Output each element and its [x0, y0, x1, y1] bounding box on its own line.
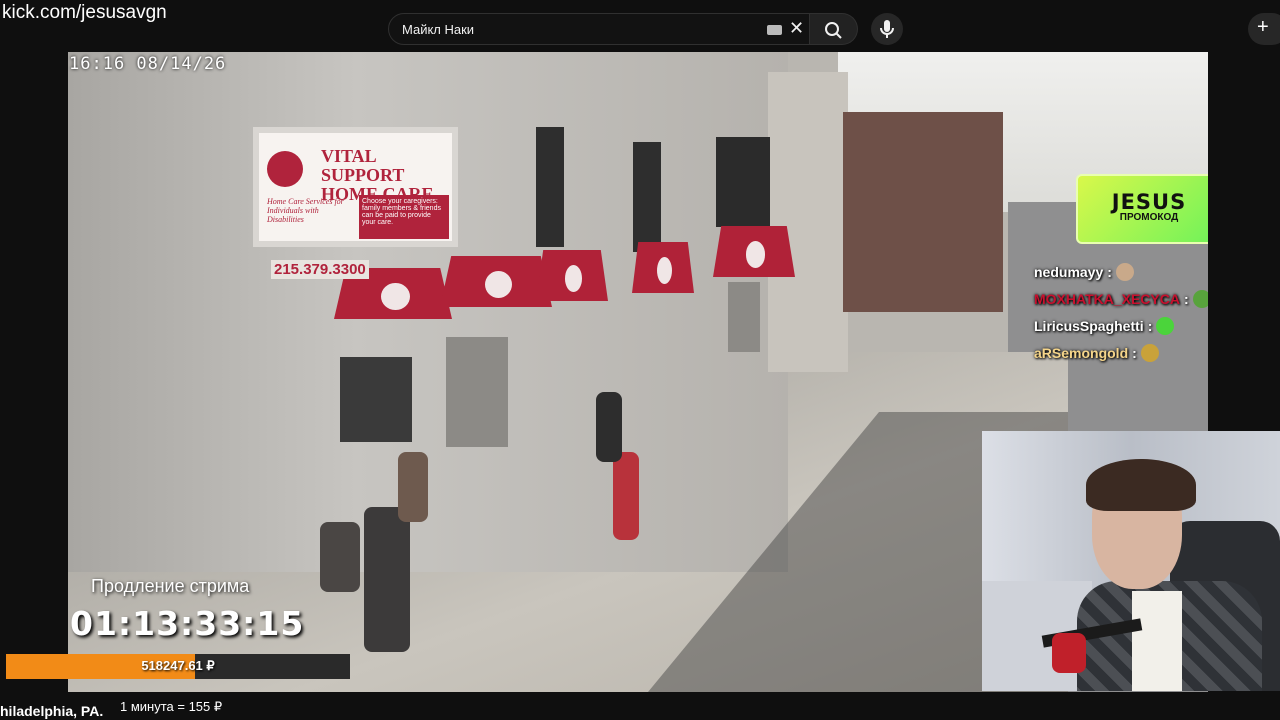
sign-phone: 215.379.3300 — [271, 260, 369, 279]
pedestrian — [320, 522, 360, 592]
streamer-hair — [1086, 459, 1196, 511]
pedestrian — [596, 392, 622, 462]
browser-top-bar: kick.com/jesusavgn Майкл Наки ✕ + — [0, 0, 1280, 52]
emote-icon — [1115, 262, 1134, 281]
chat-message: LiricusSpaghetti : — [1034, 312, 1208, 339]
location-label: hiladelphia, PA. — [0, 703, 104, 719]
emote-icon — [1156, 316, 1175, 335]
sign-title-line1: VITAL SUPPORT — [321, 146, 405, 185]
chat-message: aRSemongold : — [1034, 339, 1208, 366]
emote-icon — [1192, 289, 1208, 308]
promo-title: JESUS — [1111, 190, 1187, 214]
pedestrian — [364, 507, 410, 652]
donation-progress-bar: 518247.61 ₽ — [6, 654, 350, 679]
plus-icon: + — [1257, 16, 1269, 38]
chat-message: nedumayy : — [1034, 258, 1208, 285]
create-button[interactable]: + — [1248, 13, 1280, 45]
window — [633, 142, 661, 252]
chat-username: LiricusSpaghetti — [1034, 317, 1144, 334]
voice-search-button[interactable] — [871, 13, 903, 45]
chat-separator: : — [1183, 290, 1189, 307]
chat-message: MOXHATKA_XECYCA : — [1034, 285, 1208, 312]
shutter-door — [728, 282, 760, 352]
search-icon — [825, 22, 842, 39]
stream-url: kick.com/jesusavgn — [2, 2, 167, 23]
stream-timer: 01:13:33:15 — [70, 604, 305, 643]
camera-timestamp: 16:16 08/14/26 — [69, 54, 227, 74]
keyboard-icon[interactable] — [767, 25, 782, 35]
window — [340, 357, 412, 442]
emote-icon — [1140, 343, 1159, 362]
search-input[interactable]: Майкл Наки ✕ — [388, 13, 810, 45]
chat-separator: : — [1147, 317, 1153, 334]
window — [536, 127, 564, 247]
window — [716, 137, 770, 227]
chat-separator: : — [1132, 344, 1137, 361]
pedestrian — [613, 452, 639, 540]
promo-badge[interactable]: JESUS ПРОМОКОД — [1076, 174, 1208, 244]
building-neighbor — [768, 72, 848, 372]
sign-body: Home Care Services for Individuals with … — [267, 197, 344, 224]
chat-username: MOXHATKA_XECYCA — [1034, 290, 1180, 307]
search-input-value: Майкл Наки — [402, 22, 475, 37]
microphone-icon — [1052, 633, 1086, 673]
timer-label: Продление стрима — [91, 576, 250, 596]
sign-box: Choose your caregivers: family members &… — [359, 195, 449, 239]
chat-username: nedumayy — [1034, 263, 1104, 280]
chat-separator: : — [1107, 263, 1112, 280]
chat-overlay: nedumayy : MOXHATKA_XECYCA : LiricusSpag… — [1034, 258, 1208, 366]
donation-total: 518247.61 ₽ — [141, 658, 215, 673]
row-houses — [843, 112, 1003, 312]
microphone-icon — [880, 20, 894, 38]
rate-label: 1 минута = 155 ₽ — [120, 699, 223, 714]
store-sign: VITAL SUPPORT HOME CARE Home Care Servic… — [253, 127, 458, 247]
webcam-tshirt — [1132, 591, 1182, 691]
search-button[interactable] — [810, 13, 858, 45]
chat-username: aRSemongold — [1034, 344, 1129, 361]
streamer-webcam — [982, 431, 1280, 691]
heart-logo-icon — [267, 151, 303, 187]
pedestrian — [398, 452, 428, 522]
close-icon[interactable]: ✕ — [789, 18, 804, 39]
shutter-door — [446, 337, 508, 447]
promo-subtitle: ПРОМОКОД — [1119, 212, 1179, 223]
